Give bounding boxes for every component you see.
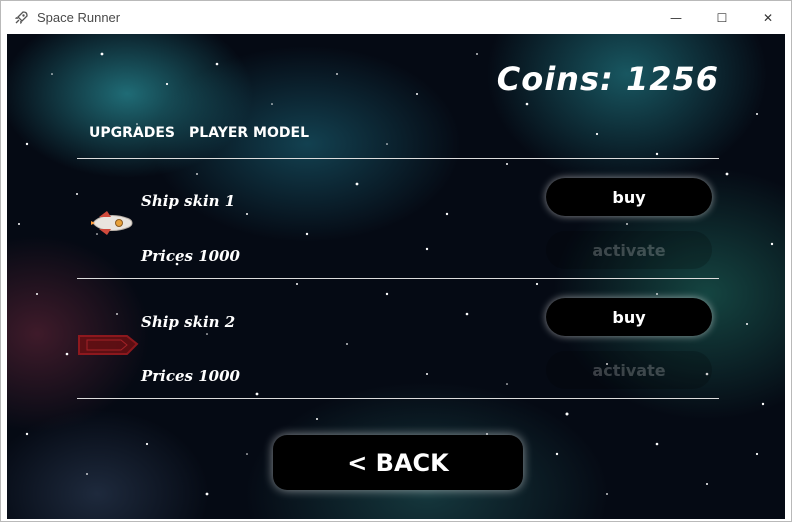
close-button[interactable]: ✕ bbox=[745, 1, 791, 34]
buy-button[interactable]: buy bbox=[546, 178, 712, 216]
item-name: Ship skin 1 bbox=[141, 192, 236, 210]
divider bbox=[77, 398, 719, 399]
shop-tabs: UPGRADES PLAYER MODEL bbox=[89, 125, 309, 141]
activate-button[interactable]: activate bbox=[546, 231, 712, 269]
activate-button[interactable]: activate bbox=[546, 351, 712, 389]
game-canvas: Coins: 1256 UPGRADES PLAYER MODEL Ship s… bbox=[7, 34, 785, 519]
app-window: Space Runner — ☐ ✕ Coins: 1256 UPGRADES … bbox=[0, 0, 792, 522]
tab-upgrades[interactable]: UPGRADES bbox=[89, 125, 175, 141]
item-name: Ship skin 2 bbox=[141, 313, 236, 331]
window-title: Space Runner bbox=[37, 10, 121, 25]
window-controls: — ☐ ✕ bbox=[653, 1, 791, 34]
item-price: Prices 1000 bbox=[141, 247, 240, 265]
back-button[interactable]: < BACK bbox=[273, 435, 523, 490]
item-price: Prices 1000 bbox=[141, 367, 240, 385]
tab-player-model[interactable]: PLAYER MODEL bbox=[189, 125, 309, 141]
white-rocket-icon bbox=[89, 209, 135, 241]
maximize-button[interactable]: ☐ bbox=[699, 1, 745, 34]
red-ship-icon bbox=[77, 330, 139, 364]
buy-button[interactable]: buy bbox=[546, 298, 712, 336]
rocket-app-icon bbox=[13, 10, 29, 26]
minimize-button[interactable]: — bbox=[653, 1, 699, 34]
coins-counter: Coins: 1256 bbox=[496, 60, 719, 98]
title-bar: Space Runner — ☐ ✕ bbox=[1, 1, 791, 34]
divider bbox=[77, 158, 719, 159]
divider bbox=[77, 278, 719, 279]
